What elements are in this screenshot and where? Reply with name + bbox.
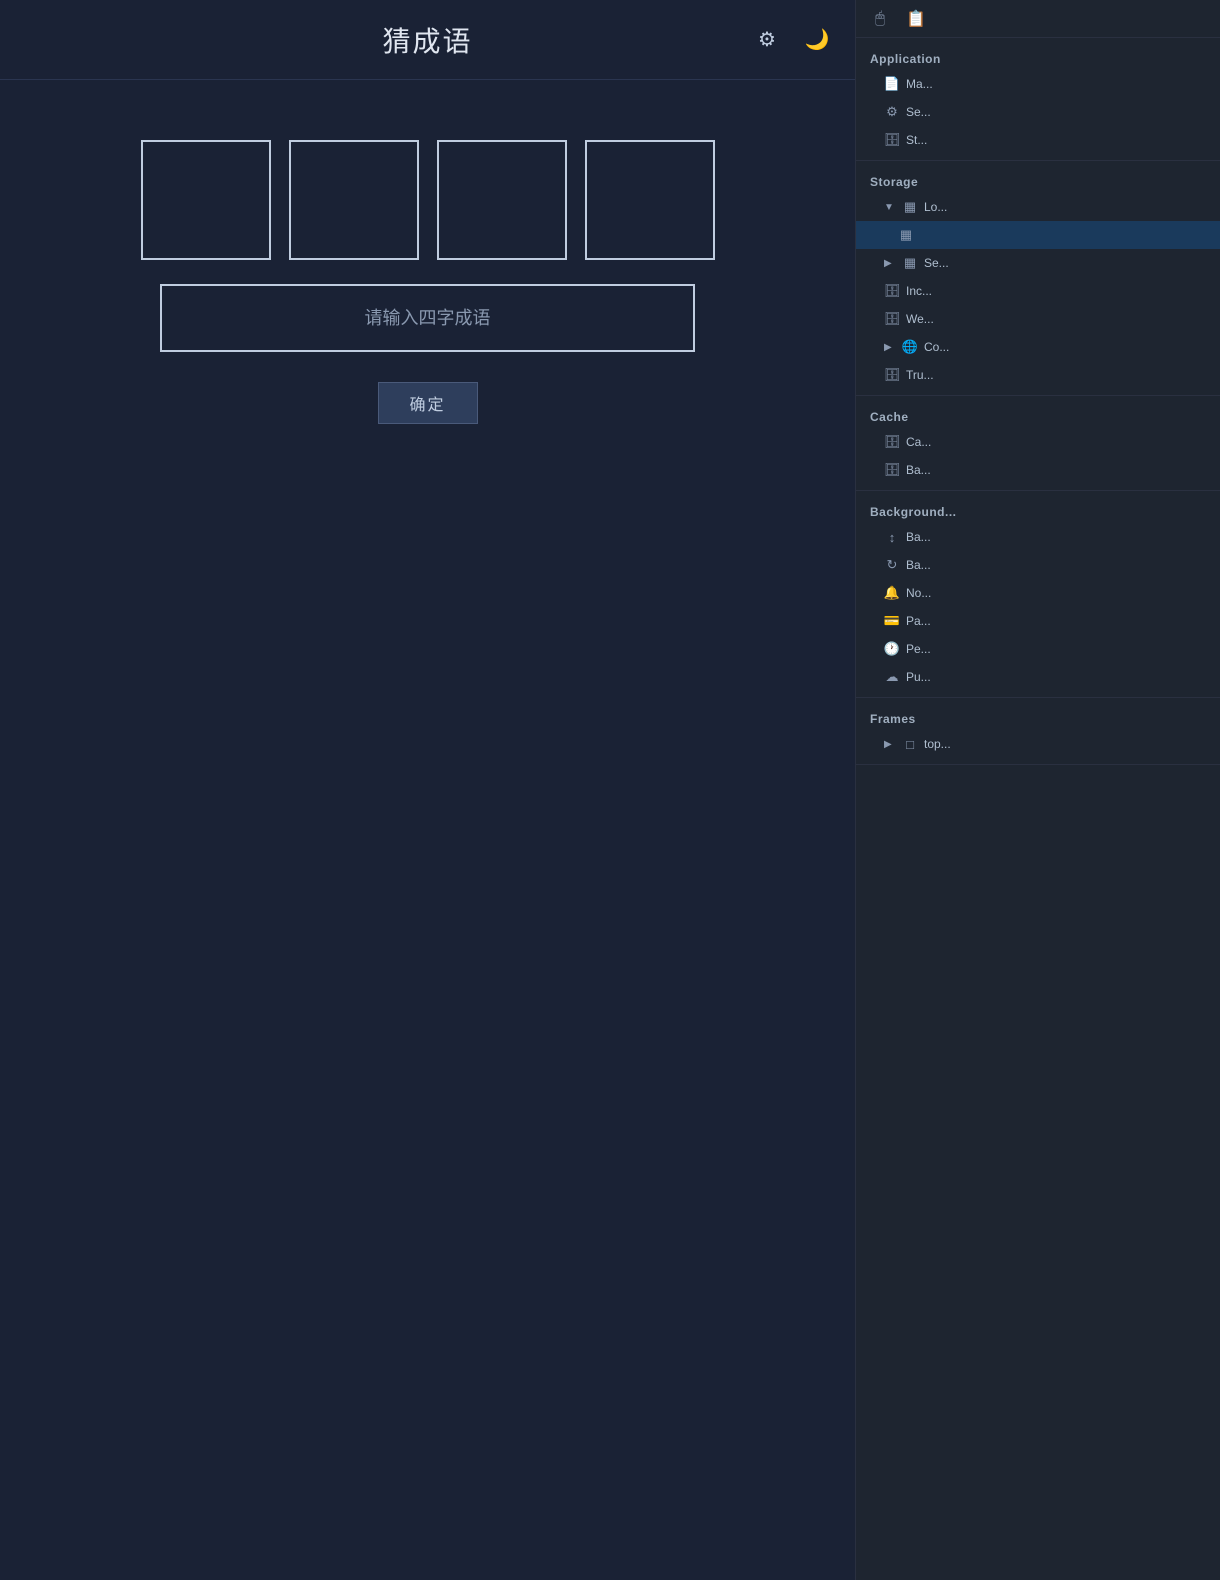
frames-section: Frames ▶ □ top...: [856, 698, 1220, 765]
gear-icon: ⚙: [758, 27, 776, 52]
back-forward-cache-icon: 🗄: [884, 462, 900, 478]
local-storage-icon: ▦: [902, 199, 918, 215]
devtools-topbar: 🖱 📋: [856, 0, 1220, 38]
app-content: 确定: [0, 80, 855, 1580]
storage-icon: 🗄: [884, 132, 900, 148]
background-section-title: Background...: [856, 497, 1220, 523]
sidebar-item-periodic-background-sync[interactable]: 🕐 Pe...: [856, 635, 1220, 663]
sidebar-item-session-storage[interactable]: ▶ ▦ Se...: [856, 249, 1220, 277]
local-storage-child-icon: ▦: [898, 227, 914, 243]
sidebar-item-websql[interactable]: 🗄 We...: [856, 305, 1220, 333]
session-expand-icon: ▶: [884, 257, 896, 269]
app-area: 猜成语 ⚙ 🌙 确定: [0, 0, 855, 1580]
cookies-expand-icon: ▶: [884, 341, 896, 353]
cursor-icon: 🖱: [875, 10, 885, 28]
periodic-sync-icon: 🕐: [884, 641, 900, 657]
sidebar-item-local-storage[interactable]: ▼ ▦ Lo...: [856, 193, 1220, 221]
payment-handler-icon: 💳: [884, 613, 900, 629]
char-box-2: [289, 140, 419, 260]
cursor-tool-button[interactable]: 🖱: [866, 5, 894, 33]
frame-icon: □: [902, 736, 918, 752]
frames-section-title: Frames: [856, 704, 1220, 730]
sidebar-item-notifications[interactable]: 🔔 No...: [856, 579, 1220, 607]
sidebar-item-storage-app[interactable]: 🗄 St...: [856, 126, 1220, 154]
cache-storage-icon: 🗄: [884, 434, 900, 450]
indexeddb-icon: 🗄: [884, 283, 900, 299]
app-header: 猜成语 ⚙ 🌙: [0, 0, 855, 80]
sidebar-item-service-workers[interactable]: ⚙ Se...: [856, 98, 1220, 126]
background-sync-icon: ↻: [884, 557, 900, 573]
background-section: Background... ↕ Ba... ↻ Ba... 🔔 No... 💳 …: [856, 491, 1220, 698]
sidebar-item-background-fetch[interactable]: ↕ Ba...: [856, 523, 1220, 551]
sidebar-item-top-frame[interactable]: ▶ □ top...: [856, 730, 1220, 758]
settings-button[interactable]: ⚙: [749, 22, 785, 58]
header-icons: ⚙ 🌙: [749, 22, 835, 58]
gear-small-icon: ⚙: [884, 104, 900, 120]
dark-mode-button[interactable]: 🌙: [799, 22, 835, 58]
clipboard-icon: 📋: [906, 9, 926, 29]
character-boxes: [141, 140, 715, 260]
sidebar-item-cookies[interactable]: ▶ 🌐 Co...: [856, 333, 1220, 361]
sidebar-item-local-storage-child[interactable]: ▦: [856, 221, 1220, 249]
char-box-4: [585, 140, 715, 260]
clipboard-tool-button[interactable]: 📋: [902, 5, 930, 33]
document-icon: 📄: [884, 76, 900, 92]
storage-section-title: Storage: [856, 167, 1220, 193]
confirm-button[interactable]: 确定: [378, 382, 478, 424]
notifications-icon: 🔔: [884, 585, 900, 601]
guess-input[interactable]: [160, 284, 695, 352]
sidebar-item-push-messaging[interactable]: ☁ Pu...: [856, 663, 1220, 691]
trust-tokens-icon: 🗄: [884, 367, 900, 383]
sidebar-item-background-sync[interactable]: ↻ Ba...: [856, 551, 1220, 579]
storage-section: Storage ▼ ▦ Lo... ▦ ▶ ▦ Se... 🗄 Inc... 🗄…: [856, 161, 1220, 396]
sidebar-item-manifest[interactable]: 📄 Ma...: [856, 70, 1220, 98]
application-section-title: Application: [856, 44, 1220, 70]
cookies-icon: 🌐: [902, 339, 918, 355]
sidebar-item-back-forward-cache[interactable]: 🗄 Ba...: [856, 456, 1220, 484]
push-messaging-icon: ☁: [884, 669, 900, 685]
devtools-sidebar: 🖱 📋 Application 📄 Ma... ⚙ Se... 🗄 St... …: [855, 0, 1220, 1580]
moon-icon: 🌙: [805, 27, 830, 52]
sidebar-item-payment-handler[interactable]: 💳 Pa...: [856, 607, 1220, 635]
top-frame-expand-icon: ▶: [884, 738, 896, 750]
sidebar-item-indexeddb[interactable]: 🗄 Inc...: [856, 277, 1220, 305]
background-fetch-icon: ↕: [884, 529, 900, 545]
char-box-1: [141, 140, 271, 260]
char-box-3: [437, 140, 567, 260]
expand-arrow-icon: ▼: [884, 201, 896, 213]
websql-icon: 🗄: [884, 311, 900, 327]
session-storage-icon: ▦: [902, 255, 918, 271]
cache-section: Cache 🗄 Ca... 🗄 Ba...: [856, 396, 1220, 491]
input-area: [160, 284, 695, 352]
application-section: Application 📄 Ma... ⚙ Se... 🗄 St...: [856, 38, 1220, 161]
cache-section-title: Cache: [856, 402, 1220, 428]
sidebar-item-trust-tokens[interactable]: 🗄 Tru...: [856, 361, 1220, 389]
app-title: 猜成语: [382, 20, 472, 60]
sidebar-item-cache-storage[interactable]: 🗄 Ca...: [856, 428, 1220, 456]
